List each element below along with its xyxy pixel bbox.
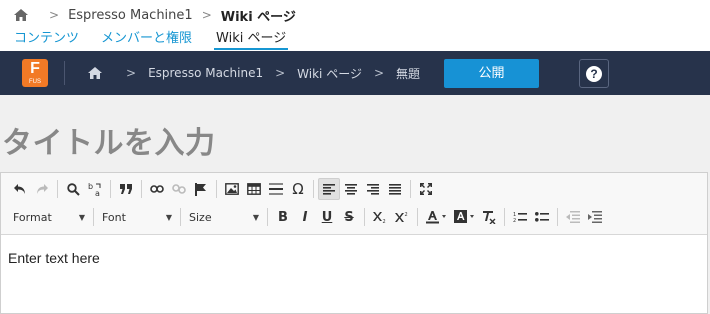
format-dropdown[interactable]: Format ▼ <box>9 206 89 228</box>
breadcrumb: > Espresso Machine1 > Wiki ページ <box>0 0 710 30</box>
toolbar-separator <box>410 180 411 198</box>
breadcrumb-current: Wiki ページ <box>220 9 296 25</box>
strikethrough-button[interactable]: S <box>338 206 360 228</box>
help-icon: ? <box>586 65 602 82</box>
app-navbar: F FUS > Espresso Machine1 > Wiki ページ > 無… <box>0 51 710 95</box>
toolbar-separator <box>180 208 181 226</box>
superscript-icon[interactable]: 2 <box>391 206 413 228</box>
toolbar-separator <box>57 180 58 198</box>
align-left-icon[interactable] <box>318 178 340 200</box>
format-label: Format <box>13 210 52 224</box>
toolbar-separator <box>267 208 268 226</box>
title-input[interactable]: タイトルを入力 <box>2 118 216 162</box>
underline-button[interactable]: U <box>316 206 338 228</box>
chevron-right-icon: > <box>126 66 137 80</box>
toolbar-separator <box>93 208 94 226</box>
unlink-icon[interactable] <box>168 178 190 200</box>
tab-members[interactable]: メンバーと権限 <box>101 30 192 48</box>
font-dropdown[interactable]: Font ▼ <box>98 206 176 228</box>
tab-wiki[interactable]: Wiki ページ <box>214 30 289 50</box>
fusion-logo[interactable]: F FUS <box>22 59 48 87</box>
chevron-right-icon: > <box>49 8 60 22</box>
breadcrumb-project[interactable]: Espresso Machine1 <box>68 8 193 23</box>
chevron-right-icon: > <box>373 66 385 80</box>
toolbar-separator <box>417 208 418 226</box>
anchor-flag-icon[interactable] <box>190 178 212 200</box>
toolbar-separator <box>216 180 217 198</box>
numbered-list-icon[interactable]: 12 <box>509 206 531 228</box>
divider <box>64 61 65 85</box>
navbar-breadcrumb: > Espresso Machine1 > Wiki ページ > 無題 <box>88 51 420 95</box>
subscript-icon[interactable]: 2 <box>369 206 391 228</box>
svg-text:2: 2 <box>513 218 516 223</box>
size-dropdown[interactable]: Size ▼ <box>185 206 263 228</box>
align-right-icon[interactable] <box>362 178 384 200</box>
fullscreen-icon[interactable] <box>415 178 437 200</box>
chevron-right-icon: > <box>275 66 286 80</box>
table-icon[interactable] <box>243 178 265 200</box>
home-icon[interactable] <box>14 9 28 21</box>
toolbar-separator <box>504 208 505 226</box>
svg-text:b: b <box>88 182 93 191</box>
size-label: Size <box>189 210 212 224</box>
tab-contents[interactable]: コンテンツ <box>14 30 79 48</box>
image-icon[interactable] <box>221 178 243 200</box>
special-char-icon[interactable]: Ω <box>287 178 309 200</box>
toolbar-separator <box>364 208 365 226</box>
undo-icon[interactable] <box>9 178 31 200</box>
background-color-button[interactable] <box>450 206 478 228</box>
publish-button[interactable]: 公開 <box>444 59 539 88</box>
horizontal-rule-icon[interactable] <box>265 178 287 200</box>
replace-icon[interactable]: ba <box>84 178 106 200</box>
logo-letter: F <box>30 60 40 77</box>
toolbar-separator <box>557 208 558 226</box>
outdent-icon[interactable] <box>562 206 584 228</box>
rich-text-editor: ba Ω Format ▼ Font ▼ Size ▼ B I U S 2 2 … <box>0 172 708 314</box>
home-icon[interactable] <box>88 67 102 79</box>
caret-down-icon: ▼ <box>252 212 259 222</box>
caret-down-icon: ▼ <box>78 212 85 222</box>
svg-text:2: 2 <box>405 212 408 218</box>
toolbar-row-2: Format ▼ Font ▼ Size ▼ B I U S 2 2 1 2 <box>9 206 606 228</box>
navbar-crumb-page: 無題 <box>396 66 421 81</box>
align-center-icon[interactable] <box>340 178 362 200</box>
find-icon[interactable] <box>62 178 84 200</box>
align-justify-icon[interactable] <box>384 178 406 200</box>
editor-toolbar: ba Ω Format ▼ Font ▼ Size ▼ B I U S 2 2 … <box>1 173 707 235</box>
redo-icon[interactable] <box>31 178 53 200</box>
help-button[interactable]: ? <box>579 59 609 88</box>
indent-icon[interactable] <box>584 206 606 228</box>
toolbar-separator <box>141 180 142 198</box>
toolbar-separator <box>110 180 111 198</box>
logo-sub: FUS <box>29 79 41 85</box>
navbar-crumb-wiki[interactable]: Wiki ページ <box>297 65 362 82</box>
font-label: Font <box>102 210 126 224</box>
link-icon[interactable] <box>146 178 168 200</box>
toolbar-separator <box>313 180 314 198</box>
remove-format-icon[interactable] <box>478 206 500 228</box>
chevron-right-icon: > <box>201 8 212 22</box>
tab-bar: コンテンツ メンバーと権限 Wiki ページ <box>0 30 710 51</box>
editor-content[interactable]: Enter text here <box>8 250 100 266</box>
text-color-button[interactable] <box>422 206 450 228</box>
bold-button[interactable]: B <box>272 206 294 228</box>
bullet-list-icon[interactable] <box>531 206 553 228</box>
blockquote-icon[interactable] <box>115 178 137 200</box>
toolbar-row-1: ba Ω <box>9 178 437 200</box>
italic-button[interactable]: I <box>294 206 316 228</box>
caret-down-icon: ▼ <box>165 212 172 222</box>
svg-text:2: 2 <box>383 219 386 223</box>
svg-text:a: a <box>95 189 100 197</box>
navbar-crumb-project[interactable]: Espresso Machine1 <box>148 66 263 80</box>
